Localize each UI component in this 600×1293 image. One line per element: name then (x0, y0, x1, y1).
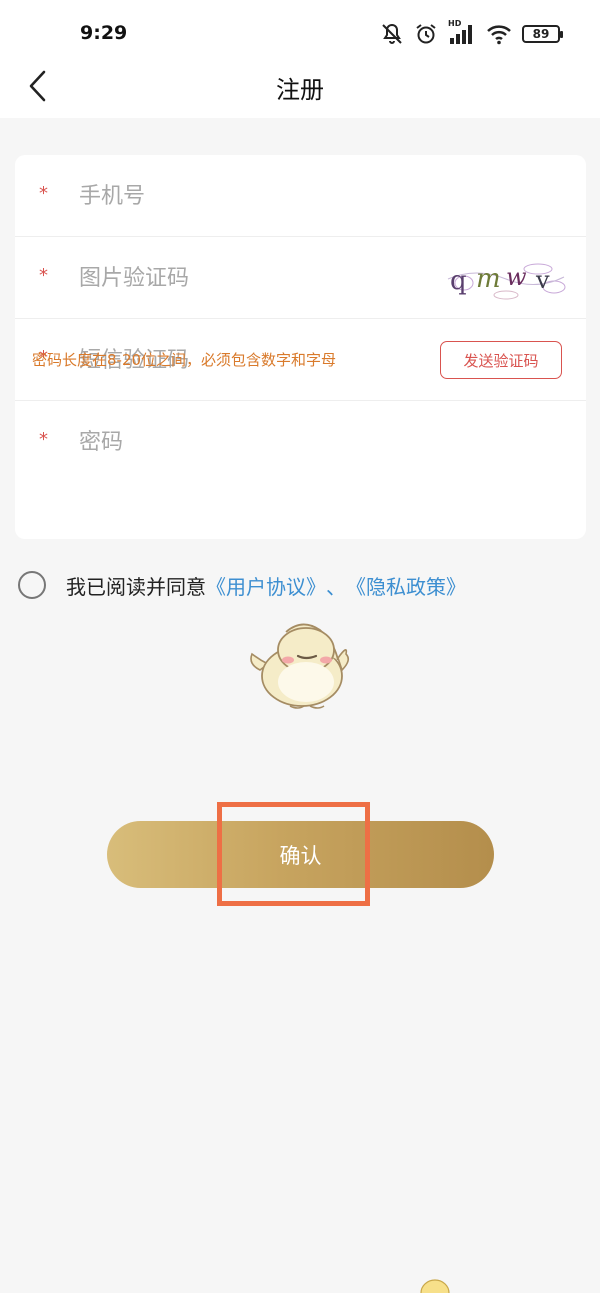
required-mark: * (39, 429, 48, 450)
required-mark: * (39, 183, 48, 204)
wifi-icon (487, 25, 511, 45)
signal-icon: HD (448, 19, 476, 46)
agreement-separator: 、 (326, 574, 346, 599)
status-time: 9:29 (80, 22, 128, 44)
agreement-checkbox[interactable] (18, 571, 46, 599)
captcha-input[interactable] (79, 255, 419, 301)
phone-input[interactable] (79, 173, 419, 219)
password-hint: 密码长度在8-20位之间，必须包含数字和字母 (32, 351, 337, 369)
password-row: * (15, 401, 586, 485)
captcha-char-4: v (535, 266, 550, 294)
send-code-button[interactable]: 发送验证码 (440, 341, 562, 379)
mute-icon (382, 23, 402, 44)
alarm-icon (416, 24, 436, 44)
captcha-char-3: w (506, 263, 527, 291)
captcha-image[interactable]: q m w v (446, 255, 566, 303)
user-agreement-link[interactable]: 《用户协议》 (206, 571, 326, 600)
agreement-prefix: 我已阅读并同意 (66, 574, 206, 599)
page-title: 注册 (276, 76, 324, 104)
battery-icon: 89 (522, 25, 563, 43)
confirm-button[interactable]: 确认 (107, 821, 494, 888)
privacy-policy-link[interactable]: 《隐私政策》 (346, 571, 466, 600)
required-mark: * (39, 265, 48, 286)
mascot-illustration (250, 623, 350, 709)
agreement-row: 我已阅读并同意 《用户协议》 、 《隐私政策》 (18, 568, 466, 602)
mascot-peek-icon (420, 1279, 450, 1293)
captcha-char-2: m (476, 264, 501, 294)
captcha-row: * q m w v (15, 237, 586, 319)
header-area: 9:29 HD 89 注册 (0, 0, 600, 118)
password-input[interactable] (79, 419, 419, 465)
phone-row: * (15, 155, 586, 237)
status-icons: HD 89 (380, 19, 563, 48)
registration-form: * * q m w v * 发送验证码 * (15, 155, 586, 539)
captcha-char-1: q (450, 266, 467, 296)
nav-bar: 注册 (0, 58, 600, 114)
status-bar: 9:29 HD 89 (0, 0, 600, 66)
